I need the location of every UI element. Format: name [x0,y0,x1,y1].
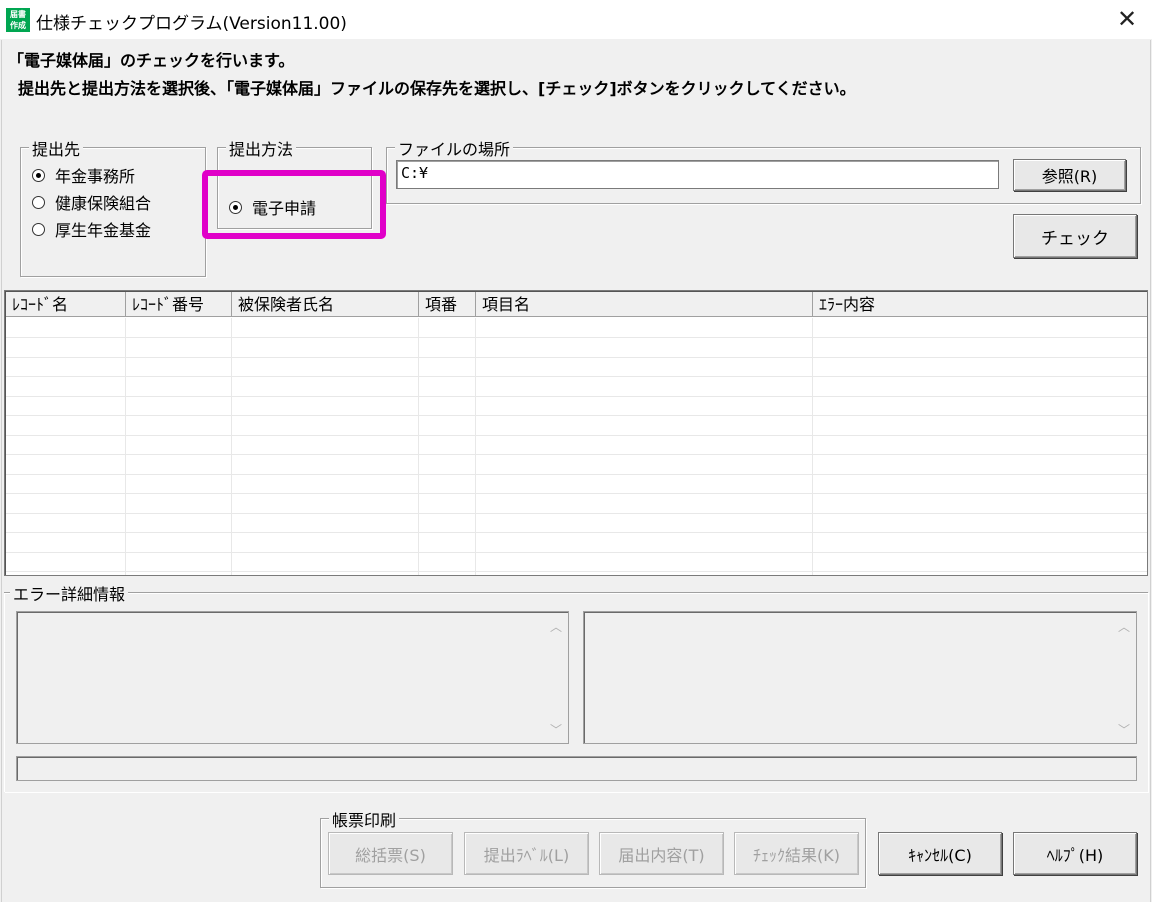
column-header-item-name[interactable]: 項目名 [476,292,813,317]
notification-content-button[interactable]: 届出内容(T) [599,832,724,875]
radio-nenkin-jimusho[interactable]: 年金事務所 [32,163,135,187]
error-detail-left-text[interactable]: ︿ ﹀ [16,611,569,744]
column-header-insured-name[interactable]: 被保険者氏名 [232,292,419,317]
check-result-button[interactable]: ﾁｪｯｸ結果(K) [734,832,859,875]
scroll-up-icon[interactable]: ︿ [1116,620,1132,634]
column-header-item-number[interactable]: 項番 [419,292,476,317]
help-button[interactable]: ﾍﾙﾌﾟ(H) [1013,832,1137,875]
status-bar-field [16,756,1137,781]
scroll-down-icon[interactable]: ﹀ [548,723,564,737]
result-grid[interactable]: ﾚｺｰﾄﾞ名 ﾚｺｰﾄﾞ番号 被保険者氏名 項番 項目名 ｴﾗｰ内容 [4,290,1148,576]
radio-unchecked-icon [32,222,45,236]
file-path-input[interactable]: C:¥ [396,160,999,189]
title-bar: 届書 作成 仕様チェックプログラム(Version11.00) ✕ [0,0,1152,40]
cancel-button[interactable]: ｷｬﾝｾﾙ(C) [878,832,1002,875]
instruction-line-2: 提出先と提出方法を選択後、「電子媒体届」ファイルの保存先を選択し、[チェック]ボ… [18,79,856,98]
error-detail-legend: エラー詳細情報 [10,581,129,605]
close-icon[interactable]: ✕ [1110,2,1144,36]
grid-header: ﾚｺｰﾄﾞ名 ﾚｺｰﾄﾞ番号 被保険者氏名 項番 項目名 ｴﾗｰ内容 [6,292,1147,317]
file-location-legend: ファイルの場所 [395,136,514,160]
column-header-error-content[interactable]: ｴﾗｰ内容 [813,292,1147,317]
method-legend: 提出方法 [226,136,297,160]
browse-button[interactable]: 参照(R) [1013,159,1126,191]
grid-body [6,318,1147,575]
check-button[interactable]: チェック [1013,214,1137,258]
destination-legend: 提出先 [29,136,84,160]
window-title: 仕様チェックプログラム(Version11.00) [36,14,347,34]
column-header-record-name[interactable]: ﾚｺｰﾄﾞ名 [6,292,126,317]
app-icon: 届書 作成 [6,8,30,32]
submission-label-button[interactable]: 提出ﾗﾍﾞﾙ(L) [464,832,589,875]
radio-kenko-hoken-kumiai[interactable]: 健康保険組合 [32,190,151,214]
instruction-line-1: 「電子媒体届」のチェックを行います。 [8,51,295,70]
error-detail-right-text[interactable]: ︿ ﹀ [583,611,1137,744]
highlight-box [202,170,386,239]
scroll-down-icon[interactable]: ﹀ [1116,723,1132,737]
column-header-record-number[interactable]: ﾚｺｰﾄﾞ番号 [126,292,232,317]
summary-sheet-button[interactable]: 総括票(S) [328,832,453,875]
radio-checked-icon [32,168,45,182]
radio-kosei-nenkin-kikin[interactable]: 厚生年金基金 [32,217,151,241]
radio-label: 年金事務所 [55,167,136,186]
print-legend: 帳票印刷 [329,807,400,831]
radio-label: 健康保険組合 [55,194,152,213]
scroll-up-icon[interactable]: ︿ [548,620,564,634]
radio-unchecked-icon [32,195,45,209]
radio-label: 厚生年金基金 [55,221,152,240]
